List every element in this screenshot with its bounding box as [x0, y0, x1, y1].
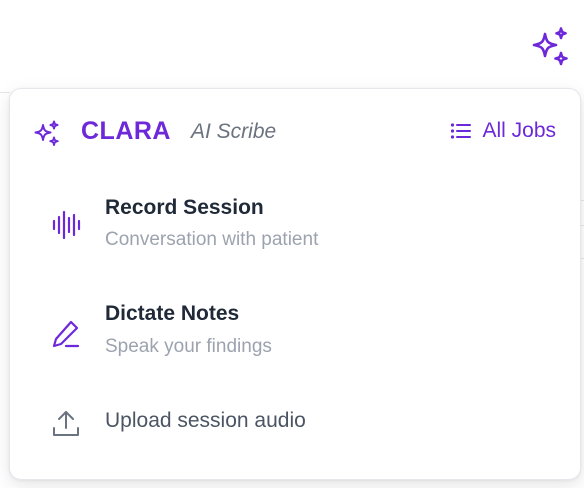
pen-icon [52, 320, 80, 348]
all-jobs-link[interactable]: All Jobs [450, 119, 556, 143]
page: CLARA AI Scribe All Jobs Record Session … [0, 0, 584, 488]
upload-icon [53, 411, 79, 436]
popover-header: CLARA AI Scribe All Jobs [10, 89, 580, 177]
brand-subtitle: AI Scribe [191, 120, 277, 143]
list-icon [451, 123, 472, 139]
menu-item-upload-audio[interactable]: Upload session audio [10, 399, 580, 449]
menu-item-record-session[interactable]: Record Session Conversation with patient [10, 189, 580, 269]
all-jobs-label: All Jobs [482, 119, 556, 142]
audio-waveform-icon [52, 210, 81, 240]
menu-item-description: Speak your findings [105, 336, 272, 357]
clara-trigger-button[interactable] [526, 26, 574, 70]
menu-item-title: Record Session [105, 196, 264, 219]
menu-item-title: Upload session audio [105, 409, 306, 432]
brand-name: CLARA [81, 117, 171, 145]
sparkles-icon [532, 27, 568, 66]
background-divider [0, 92, 10, 93]
menu-item-title: Dictate Notes [105, 302, 240, 325]
menu-item-dictate-notes[interactable]: Dictate Notes Speak your findings [10, 294, 580, 374]
menu-item-description: Conversation with patient [105, 229, 319, 250]
sparkles-icon [34, 120, 59, 146]
clara-popover: CLARA AI Scribe All Jobs Record Session … [9, 88, 581, 480]
